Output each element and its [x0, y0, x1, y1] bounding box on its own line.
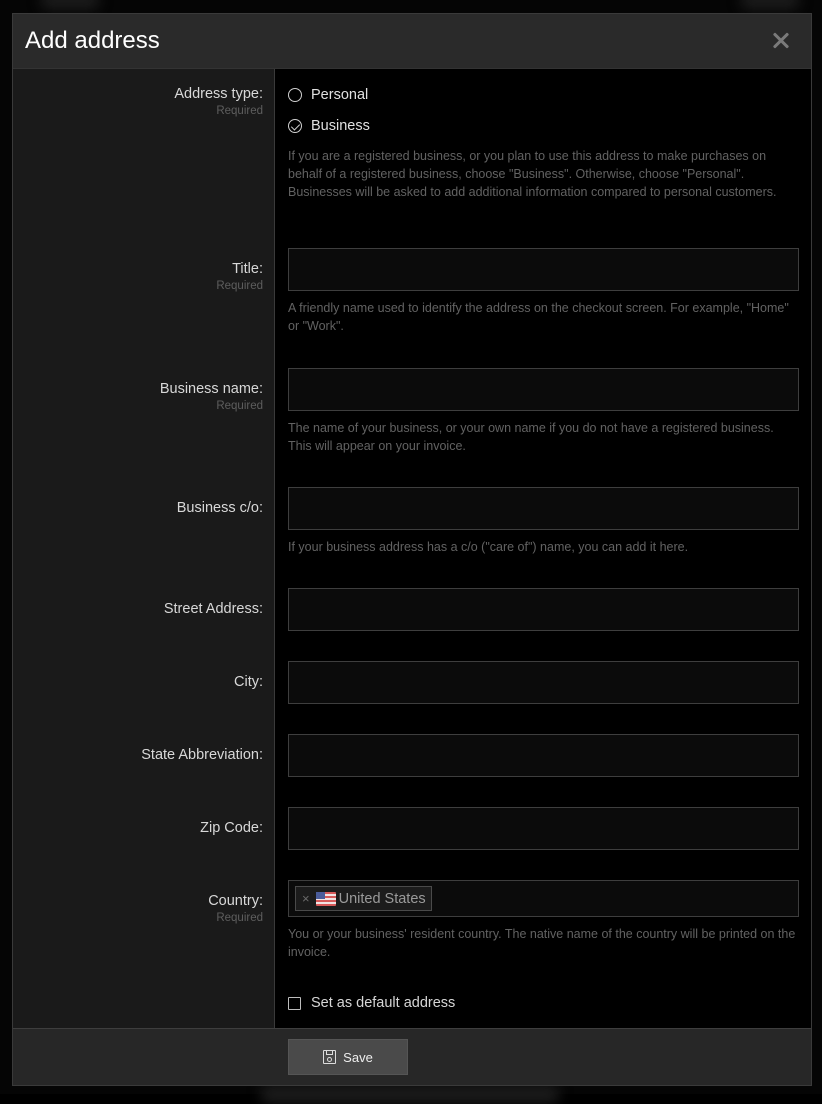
default-address-checkbox[interactable]: Set as default address [288, 995, 799, 1011]
title-help: A friendly name used to identify the add… [288, 301, 789, 333]
business-name-input[interactable] [288, 368, 799, 411]
country-label: Country: [208, 893, 263, 909]
street-label: Street Address: [163, 601, 263, 617]
add-address-dialog: Add address Address type: Required Perso… [12, 13, 812, 1086]
country-help: You or your business' resident country. … [288, 927, 796, 959]
radio-business-label: Business [311, 118, 370, 134]
radio-business[interactable]: Business [288, 116, 799, 136]
zip-label: Zip Code: [200, 820, 263, 836]
floppy-disk-icon [323, 1050, 337, 1064]
country-tag: × United States [295, 886, 432, 911]
us-flag-icon [315, 891, 336, 906]
radio-checked-icon [288, 119, 302, 133]
radio-personal-label: Personal [311, 87, 369, 103]
required-hint: Required [216, 105, 263, 117]
dialog-footer: Save [13, 1028, 811, 1085]
business-name-label: Business name: [159, 381, 263, 397]
address-type-help: If you are a registered business, or you… [288, 149, 777, 199]
business-name-help: The name of your business, or your own n… [288, 421, 774, 453]
close-icon[interactable] [769, 29, 793, 53]
country-tag-label: United States [338, 890, 426, 907]
state-label: State Abbreviation: [141, 747, 263, 763]
checkbox-icon[interactable] [288, 996, 301, 1010]
radio-unchecked-icon [288, 88, 302, 102]
business-co-label: Business c/o: [176, 500, 263, 516]
radio-personal[interactable]: Personal [288, 85, 799, 105]
title-label: Title: [232, 261, 263, 277]
default-address-label: Set as default address [311, 995, 456, 1011]
address-type-options: Personal Business If you are a registere… [288, 85, 799, 201]
required-hint: Required [216, 912, 263, 924]
dialog-header: Add address [13, 14, 811, 69]
state-input[interactable] [288, 734, 799, 777]
dialog-body: Address type: Required Personal Business… [13, 69, 811, 1028]
dialog-title: Add address [25, 27, 160, 54]
business-co-input[interactable] [288, 487, 799, 530]
country-select[interactable]: × United States [288, 880, 799, 917]
city-input[interactable] [288, 661, 799, 704]
address-type-label: Address type: [174, 86, 263, 102]
street-input[interactable] [288, 588, 799, 631]
required-hint: Required [216, 400, 263, 412]
zip-input[interactable] [288, 807, 799, 850]
title-input[interactable] [288, 248, 799, 291]
required-hint: Required [216, 280, 263, 292]
city-label: City: [234, 674, 263, 690]
business-co-help: If your business address has a c/o ("car… [288, 540, 689, 554]
remove-tag-icon[interactable]: × [302, 891, 310, 906]
save-label: Save [343, 1049, 373, 1065]
save-button[interactable]: Save [288, 1039, 408, 1075]
